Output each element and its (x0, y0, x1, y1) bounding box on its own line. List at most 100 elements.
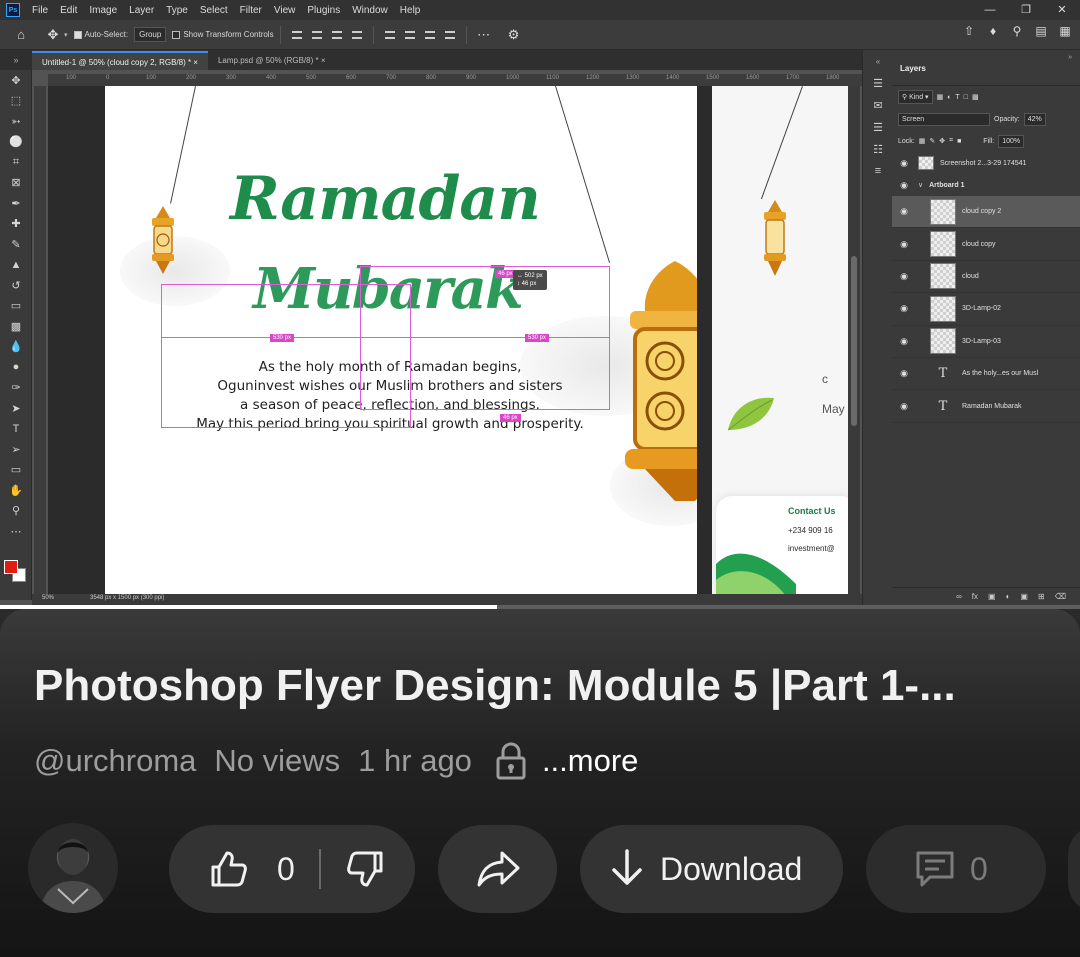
artboard-2[interactable]: c May Contact Us +234 909 16 investment@ (712, 86, 848, 594)
blend-mode-dropdown[interactable]: Screen (898, 112, 990, 126)
lasso-tool-icon[interactable]: ➳ (0, 111, 32, 132)
adjustment-icon[interactable]: ◐ (1006, 592, 1011, 601)
artboard-1[interactable]: Ramadan Mubarak As the holy month of Ram… (105, 86, 697, 594)
scroll-thumb[interactable] (851, 256, 857, 426)
menu-edit[interactable]: Edit (54, 5, 83, 16)
history-icon[interactable]: ☰ (863, 72, 893, 94)
more-options-icon[interactable]: ⋯ (473, 24, 495, 46)
brush-tool-icon[interactable]: ✎ (0, 234, 32, 255)
lock-pixels-icon[interactable]: ▦ (919, 137, 926, 145)
path-select-icon[interactable]: ➤ (0, 398, 32, 419)
home-icon[interactable]: ⌂ (10, 24, 32, 46)
layer-row[interactable]: ◉ 3D-Lamp-03 (892, 326, 1080, 358)
eraser-icon[interactable]: ▭ (0, 296, 32, 317)
visibility-eye-icon[interactable]: ◉ (892, 271, 916, 282)
lock-all-icon[interactable]: ■ (957, 138, 961, 145)
trash-icon[interactable]: ⌫ (1055, 592, 1066, 601)
align-top-icon[interactable] (382, 28, 398, 42)
more-link[interactable]: ...more (542, 743, 638, 779)
blur-tool-icon[interactable]: 💧 (0, 337, 32, 358)
menu-plugins[interactable]: Plugins (301, 5, 346, 16)
properties-icon[interactable]: ☰ (863, 116, 893, 138)
fill-field[interactable]: 100% (998, 134, 1025, 148)
layers-tab[interactable]: Layers (900, 64, 926, 73)
bell-icon[interactable]: ♦ (984, 24, 1002, 38)
move-tool-icon[interactable]: ✥ (0, 70, 32, 91)
mask-icon[interactable]: ▣ (988, 592, 996, 601)
history-brush-icon[interactable]: ↺ (0, 275, 32, 296)
chevron-down-icon[interactable]: ▾ (64, 31, 68, 39)
color-swatches[interactable] (4, 560, 26, 584)
filter-kind-dropdown[interactable]: ⚲ Kind ▾ (898, 90, 933, 104)
menu-file[interactable]: File (26, 5, 54, 16)
quick-select-icon[interactable]: ⚪ (0, 132, 32, 153)
align-center-icon[interactable] (309, 28, 325, 42)
channel-avatar[interactable] (28, 823, 118, 913)
align-right-icon[interactable] (329, 28, 345, 42)
new-layer-icon[interactable]: ⊞ (1038, 592, 1045, 601)
visibility-eye-icon[interactable]: ◉ (892, 368, 916, 379)
link-icon[interactable]: ∞ (956, 592, 962, 601)
menu-image[interactable]: Image (83, 5, 123, 16)
rectangle-tool-icon[interactable]: ▭ (0, 460, 32, 481)
menu-help[interactable]: Help (394, 5, 427, 16)
auto-select-checkbox[interactable]: Auto-Select: (73, 30, 128, 39)
hand-tool-icon[interactable]: ✋ (0, 480, 32, 501)
visibility-eye-icon[interactable]: ◉ (892, 239, 916, 250)
dislike-button[interactable] (345, 849, 385, 889)
doc-tab-untitled[interactable]: Untitled-1 @ 50% (cloud copy 2, RGB/8) *… (32, 51, 208, 70)
visibility-eye-icon[interactable]: ◉ (892, 158, 916, 169)
visibility-eye-icon[interactable]: ◉ (892, 401, 916, 412)
chevron-down-icon[interactable]: ∨ (918, 181, 923, 189)
auto-select-dropdown[interactable]: Group (134, 27, 167, 42)
comments-icon[interactable]: ✉ (863, 94, 893, 116)
share-button[interactable] (438, 825, 557, 913)
visibility-eye-icon[interactable]: ◉ (892, 206, 916, 217)
healing-brush-icon[interactable]: ✚ (0, 214, 32, 235)
panel-icon[interactable]: ▦ (1056, 24, 1074, 38)
frame-tool-icon[interactable]: ⊠ (0, 173, 32, 194)
lock-brush-icon[interactable]: ✎ (929, 137, 935, 145)
direct-select-icon[interactable]: ➢ (0, 439, 32, 460)
layer-row[interactable]: ◉ T Ramadan Mubarak (892, 390, 1080, 423)
eyedropper-icon[interactable]: ✒ (0, 193, 32, 214)
layer-row[interactable]: ◉ T As the holy...es our Musl (892, 358, 1080, 391)
folder-icon[interactable]: ▣ (1020, 592, 1028, 601)
layer-row-screenshot[interactable]: ◉ Screenshot 2...3-29 174541 (892, 152, 1080, 174)
zoom-level[interactable]: 50% (42, 595, 54, 601)
visibility-eye-icon[interactable]: ◉ (892, 303, 916, 314)
menu-window[interactable]: Window (346, 5, 394, 16)
video-player-frame[interactable]: Ps File Edit Image Layer Type Select Fil… (0, 0, 1080, 605)
menu-view[interactable]: View (268, 5, 302, 16)
filter-shape-icon[interactable]: □ (964, 94, 968, 101)
filter-smart-icon[interactable]: ▩ (972, 93, 979, 101)
video-meta-row[interactable]: @urchroma No views 1 hr ago ...more (34, 741, 638, 781)
close-icon[interactable]: ✕ (1044, 0, 1080, 20)
type-tool-icon[interactable]: T (0, 419, 32, 440)
distribute-icon[interactable] (349, 28, 365, 42)
align-middle-icon[interactable] (402, 28, 418, 42)
zoom-tool-icon[interactable]: ⚲ (0, 501, 32, 522)
layer-row[interactable]: ◉ 3D-Lamp-02 (892, 293, 1080, 326)
share-icon[interactable]: ⇧ (960, 24, 978, 38)
stamp-tool-icon[interactable]: ▲ (0, 255, 32, 276)
canvas-scrollbar[interactable] (848, 86, 860, 594)
comments-button[interactable]: 0 (866, 825, 1046, 913)
foreground-color[interactable] (4, 560, 18, 574)
restore-icon[interactable]: ❐ (1008, 0, 1044, 20)
lock-artboard-icon[interactable]: ⌗ (949, 137, 953, 145)
menu-select[interactable]: Select (194, 5, 234, 16)
crop-tool-icon[interactable]: ⌗ (0, 152, 32, 173)
collapse-icon[interactable]: » (1068, 54, 1072, 61)
artboard-group-row[interactable]: ◉ ∨ Artboard 1 (892, 174, 1080, 196)
visibility-eye-icon[interactable]: ◉ (892, 336, 916, 347)
move-tool-icon[interactable]: ✥ (42, 24, 64, 46)
filter-type-icon[interactable]: T (955, 94, 959, 101)
pen-tool-icon[interactable]: ✑ (0, 378, 32, 399)
menu-layer[interactable]: Layer (123, 5, 160, 16)
canvas-area[interactable]: Ramadan Mubarak As the holy month of Ram… (48, 86, 848, 594)
sliders-icon[interactable]: ≡ (863, 160, 893, 182)
fx-icon[interactable]: fx (972, 592, 978, 601)
dodge-tool-icon[interactable]: ● (0, 357, 32, 378)
layer-row[interactable]: ◉ cloud (892, 261, 1080, 294)
